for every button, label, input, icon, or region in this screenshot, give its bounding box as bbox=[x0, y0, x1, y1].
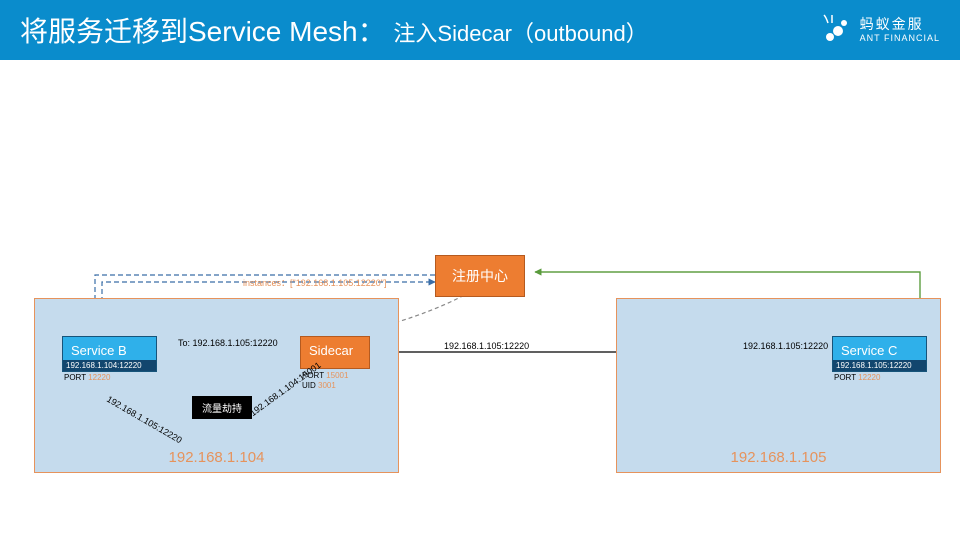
service-c-port: PORT 12220 bbox=[834, 373, 880, 382]
host-right-ip: 192.168.1.105 bbox=[617, 449, 940, 466]
brand-en: ANT FINANCIAL bbox=[860, 33, 940, 44]
instances-label: instances：["192.168.1.105:12220"] bbox=[243, 276, 387, 289]
sidecar-title: Sidecar bbox=[301, 337, 369, 360]
mid-arrow-label: 192.168.1.105:12220 bbox=[444, 341, 529, 351]
registry-label: 注册中心 bbox=[452, 268, 508, 284]
sidecar-uid: UID 3001 bbox=[302, 381, 336, 390]
brand-cn: 蚂蚁金服 bbox=[860, 16, 940, 33]
service-c-title: Service C bbox=[833, 337, 926, 360]
brand: 蚂蚁金服 ANT FINANCIAL bbox=[818, 13, 940, 47]
title-main: 将服务迁移到Service Mesh： bbox=[20, 16, 386, 47]
service-b-port: PORT 12220 bbox=[64, 373, 110, 382]
host-left: 192.168.1.104 bbox=[34, 298, 399, 473]
registry-node: 注册中心 bbox=[435, 255, 525, 297]
brand-text: 蚂蚁金服 ANT FINANCIAL bbox=[860, 16, 940, 44]
service-b-node: Service B 192.168.1.104:12220 bbox=[62, 336, 157, 372]
host-left-ip: 192.168.1.104 bbox=[35, 449, 398, 466]
right-arrow-label: 192.168.1.105:12220 bbox=[743, 341, 828, 351]
diagram-canvas: 192.168.1.104 192.168.1.105 注册中心 Service… bbox=[0, 60, 960, 540]
title-sub: 注入Sidecar（outbound） bbox=[393, 21, 647, 46]
header-bar: 将服务迁移到Service Mesh： 注入Sidecar（outbound） … bbox=[0, 0, 960, 60]
host-right: 192.168.1.105 bbox=[616, 298, 941, 473]
service-b-title: Service B bbox=[63, 337, 156, 360]
to-label: To: 192.168.1.105:12220 bbox=[178, 338, 278, 348]
traffic-intercept-node: 流量劫持 bbox=[192, 396, 252, 419]
service-c-node: Service C 192.168.1.105:12220 bbox=[832, 336, 927, 372]
ant-logo-icon bbox=[818, 13, 852, 47]
service-c-addr: 192.168.1.105:12220 bbox=[833, 360, 926, 371]
page-title: 将服务迁移到Service Mesh： 注入Sidecar（outbound） bbox=[20, 10, 648, 50]
service-b-addr: 192.168.1.104:12220 bbox=[63, 360, 156, 371]
